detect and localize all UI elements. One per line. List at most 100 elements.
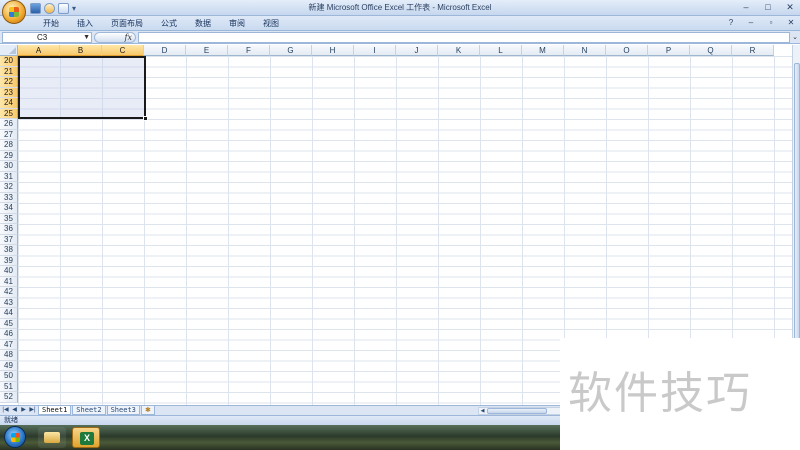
column-header-i[interactable]: I <box>354 45 396 56</box>
row-header-20[interactable]: 20 <box>0 56 18 67</box>
row-header-31[interactable]: 31 <box>0 171 18 182</box>
column-header-n[interactable]: N <box>564 45 606 56</box>
row-header-46[interactable]: 46 <box>0 329 18 340</box>
taskbar-excel-button[interactable]: X <box>72 427 100 448</box>
sheet-tab-sheet3[interactable]: Sheet3 <box>106 406 140 415</box>
ribbon: 开始 插入 页面布局 公式 数据 审阅 视图 ? – ▫ ✕ <box>0 16 800 31</box>
name-box[interactable]: C3 ▼ <box>2 32 92 43</box>
tab-formulas[interactable]: 公式 <box>152 17 186 30</box>
column-header-f[interactable]: F <box>228 45 270 56</box>
prev-sheet-icon[interactable]: ◀ <box>11 406 18 415</box>
column-header-g[interactable]: G <box>270 45 312 56</box>
row-header-33[interactable]: 33 <box>0 192 18 203</box>
row-header-38[interactable]: 38 <box>0 245 18 256</box>
row-header-21[interactable]: 21 <box>0 66 18 77</box>
row-header-48[interactable]: 48 <box>0 350 18 361</box>
row-header-44[interactable]: 44 <box>0 308 18 319</box>
column-header-k[interactable]: K <box>438 45 480 56</box>
row-header-37[interactable]: 37 <box>0 234 18 245</box>
row-header-49[interactable]: 49 <box>0 360 18 371</box>
sheet-tabs: Sheet1 Sheet2 Sheet3 ✱ <box>38 406 155 415</box>
column-header-j[interactable]: J <box>396 45 438 56</box>
taskbar-explorer-button[interactable] <box>38 427 66 448</box>
row-header-23[interactable]: 23 <box>0 87 18 98</box>
row-header-32[interactable]: 32 <box>0 182 18 193</box>
tab-home[interactable]: 开始 <box>34 17 68 30</box>
start-button[interactable] <box>4 426 26 448</box>
name-box-value: C3 <box>37 33 48 42</box>
row-header-40[interactable]: 40 <box>0 266 18 277</box>
first-sheet-icon[interactable]: |◀ <box>2 406 9 415</box>
workbook-minimize-button[interactable]: – <box>746 17 756 29</box>
formula-input[interactable] <box>138 32 790 43</box>
column-header-o[interactable]: O <box>606 45 648 56</box>
column-header-e[interactable]: E <box>186 45 228 56</box>
row-header-42[interactable]: 42 <box>0 287 18 298</box>
column-header-a[interactable]: A <box>18 45 60 56</box>
close-button[interactable]: ✕ <box>784 1 796 13</box>
scroll-left-icon[interactable]: ◀ <box>479 408 486 414</box>
row-header-50[interactable]: 50 <box>0 371 18 382</box>
row-header-34[interactable]: 34 <box>0 203 18 214</box>
selection-range[interactable] <box>18 56 146 119</box>
minimize-button[interactable]: – <box>740 1 752 13</box>
row-headers: 20 21 22 23 24 25 26 27 28 29 30 31 32 33 34 35 36 37 38 39… <box>0 56 18 405</box>
tab-insert[interactable]: 插入 <box>68 17 102 30</box>
watermark-text: 软件技巧 <box>568 368 752 419</box>
column-header-r[interactable]: R <box>732 45 774 56</box>
next-sheet-icon[interactable]: ▶ <box>20 406 27 415</box>
excel-icon: X <box>80 432 94 445</box>
column-headers: ABCDEFGHIJKLMNOPQR <box>18 45 800 56</box>
fx-icon: fx <box>124 33 132 42</box>
chevron-down-icon[interactable]: ▼ <box>83 33 90 43</box>
row-header-35[interactable]: 35 <box>0 213 18 224</box>
insert-sheet-icon[interactable]: ✱ <box>140 406 155 415</box>
row-header-43[interactable]: 43 <box>0 297 18 308</box>
workbook-close-button[interactable]: ✕ <box>786 17 796 29</box>
row-header-26[interactable]: 26 <box>0 119 18 130</box>
column-header-m[interactable]: M <box>522 45 564 56</box>
tab-data[interactable]: 数据 <box>186 17 220 30</box>
expand-formula-bar-icon[interactable]: ⌄ <box>791 32 799 43</box>
windows-logo-icon <box>11 433 20 442</box>
sheet-tab-sheet1[interactable]: Sheet1 <box>38 406 72 415</box>
row-header-29[interactable]: 29 <box>0 150 18 161</box>
help-icon[interactable]: ? <box>726 17 736 29</box>
row-header-52[interactable]: 52 <box>0 392 18 403</box>
window-title: 新建 Microsoft Office Excel 工作表 - Microsof… <box>308 3 492 12</box>
tab-view[interactable]: 视图 <box>254 17 288 30</box>
row-header-47[interactable]: 47 <box>0 339 18 350</box>
row-header-30[interactable]: 30 <box>0 161 18 172</box>
row-header-28[interactable]: 28 <box>0 140 18 151</box>
column-header-d[interactable]: D <box>144 45 186 56</box>
row-header-45[interactable]: 45 <box>0 318 18 329</box>
row-header-39[interactable]: 39 <box>0 255 18 266</box>
workbook-restore-button[interactable]: ▫ <box>766 17 776 29</box>
sheet-tab-sheet2[interactable]: Sheet2 <box>72 406 106 415</box>
column-header-l[interactable]: L <box>480 45 522 56</box>
column-header-p[interactable]: P <box>648 45 690 56</box>
row-header-22[interactable]: 22 <box>0 77 18 88</box>
tab-page-layout[interactable]: 页面布局 <box>102 17 152 30</box>
last-sheet-icon[interactable]: ▶| <box>29 406 36 415</box>
office-button[interactable] <box>2 0 26 24</box>
row-header-41[interactable]: 41 <box>0 276 18 287</box>
tab-review[interactable]: 审阅 <box>220 17 254 30</box>
insert-function-button[interactable]: fx <box>94 32 136 43</box>
maximize-button[interactable]: □ <box>762 1 774 13</box>
watermark: 软件技巧 <box>560 338 800 450</box>
row-header-27[interactable]: 27 <box>0 129 18 140</box>
horizontal-scroll-thumb[interactable] <box>487 408 547 414</box>
column-header-b[interactable]: B <box>60 45 102 56</box>
row-header-51[interactable]: 51 <box>0 381 18 392</box>
fill-handle[interactable] <box>143 116 148 121</box>
office-logo-icon <box>9 7 19 17</box>
select-all-button[interactable] <box>0 45 18 56</box>
row-header-36[interactable]: 36 <box>0 224 18 235</box>
vertical-scroll-thumb[interactable] <box>794 63 800 363</box>
row-header-24[interactable]: 24 <box>0 98 18 109</box>
row-header-25[interactable]: 25 <box>0 108 18 119</box>
column-header-q[interactable]: Q <box>690 45 732 56</box>
column-header-c[interactable]: C <box>102 45 144 56</box>
column-header-h[interactable]: H <box>312 45 354 56</box>
